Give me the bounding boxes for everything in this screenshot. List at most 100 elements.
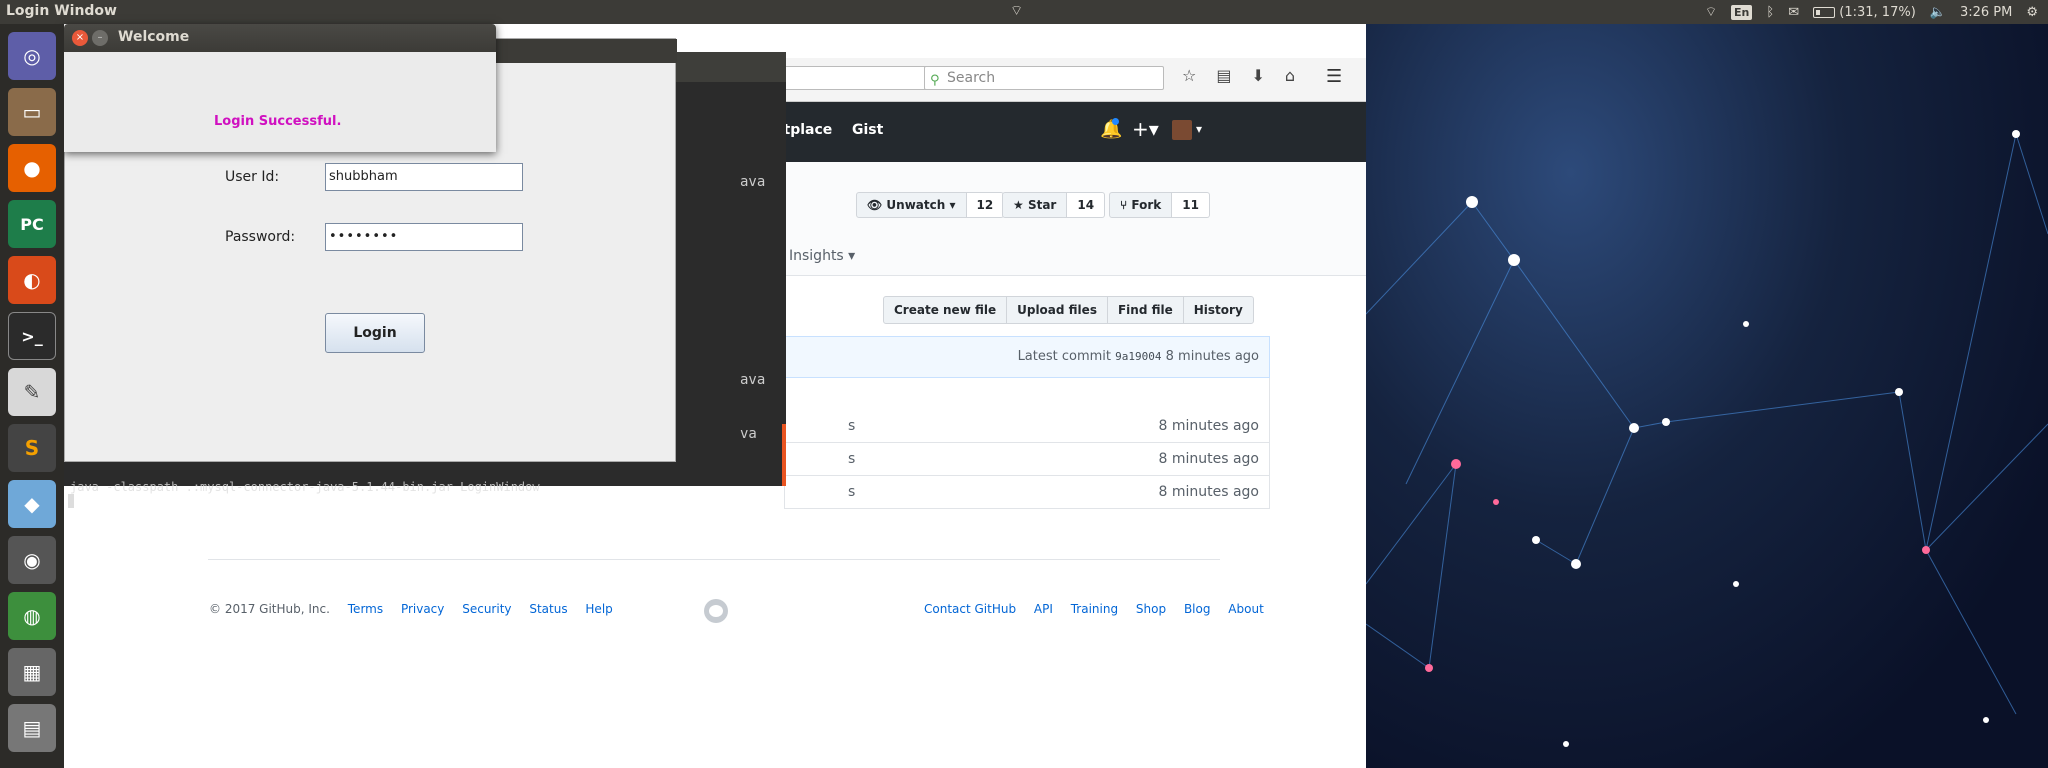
file-name[interactable]: s — [848, 418, 855, 434]
footer-link-blog[interactable]: Blog — [1184, 602, 1211, 616]
fork-button[interactable]: ⑂ Fork — [1109, 192, 1173, 218]
welcome-titlebar[interactable]: × – Welcome — [64, 24, 496, 52]
terminal-fragment: va — [740, 426, 757, 442]
fork-count[interactable]: 11 — [1172, 192, 1210, 218]
user-id-input[interactable]: shubbham — [325, 163, 523, 191]
terminal-fragment: ava — [740, 174, 766, 190]
commit-sha[interactable]: 9a19004 — [1115, 350, 1161, 363]
clock[interactable]: 3:26 PM — [1960, 5, 2012, 20]
file-time: 8 minutes ago — [1158, 451, 1259, 467]
volume-icon[interactable]: 🔈 — [1930, 5, 1946, 20]
fork-label: Fork — [1131, 198, 1162, 212]
file-row[interactable]: s 8 minutes ago — [784, 410, 1270, 443]
password-input[interactable]: •••••••• — [325, 223, 523, 251]
commit-time: 8 minutes ago — [1165, 349, 1259, 364]
footer-link-contact[interactable]: Contact GitHub — [924, 602, 1016, 616]
file-row[interactable]: s 8 minutes ago — [784, 443, 1270, 476]
search-placeholder: Search — [947, 70, 996, 86]
create-new-plus-icon[interactable]: +▾ — [1132, 117, 1159, 141]
create-new-file-button[interactable]: Create new file — [883, 296, 1008, 324]
tab-insights[interactable]: Insights ▾ — [789, 248, 855, 264]
footer-link-api[interactable]: API — [1034, 602, 1053, 616]
nav-gist[interactable]: Gist — [852, 122, 883, 138]
watch-count[interactable]: 12 — [966, 192, 1005, 218]
battery-text: (1:31, 17%) — [1839, 4, 1916, 20]
battery-indicator[interactable]: (1:31, 17%) — [1813, 5, 1916, 20]
footer-right: Contact GitHub API Training Shop Blog Ab… — [924, 602, 1264, 616]
battery-icon — [1813, 6, 1836, 18]
file-time: 8 minutes ago — [1158, 484, 1259, 500]
file-actions-group: Create new file Upload files Find file H… — [883, 296, 1254, 324]
home-icon[interactable]: ⌂ — [1285, 66, 1295, 85]
footer-divider — [208, 559, 1220, 560]
search-input[interactable]: ⚲ Search — [924, 66, 1164, 90]
reading-list-icon[interactable]: ▤ — [1216, 66, 1231, 85]
footer-left: © 2017 GitHub, Inc. Terms Privacy Securi… — [209, 602, 627, 616]
welcome-dialog[interactable]: × – Welcome Login Successful. — [64, 24, 496, 152]
footer-link-status[interactable]: Status — [529, 602, 567, 616]
pycharm-icon[interactable]: PC — [8, 200, 56, 248]
terminal-cursor — [68, 494, 74, 508]
downloads-icon[interactable]: ⬇ — [1251, 66, 1264, 85]
github-octocat-icon[interactable] — [704, 599, 728, 623]
footer-link-security[interactable]: Security — [462, 602, 511, 616]
footer-link-about[interactable]: About — [1228, 602, 1263, 616]
chevron-down-icon[interactable]: ▾ — [1196, 122, 1202, 136]
ubuntu-dash-icon[interactable]: ◎ — [8, 32, 56, 80]
trash-icon[interactable]: ▤ — [8, 704, 56, 752]
files-icon[interactable]: ▭ — [8, 88, 56, 136]
bookmark-star-icon[interactable]: ☆ — [1182, 66, 1196, 85]
virtualbox-icon[interactable]: ◆ — [8, 480, 56, 528]
close-icon[interactable]: × — [72, 30, 88, 46]
footer-link-shop[interactable]: Shop — [1136, 602, 1166, 616]
footer-copyright: © 2017 GitHub, Inc. — [209, 602, 330, 616]
keyboard-layout-indicator[interactable]: En — [1731, 4, 1753, 20]
unity-launcher: ◎ ▭ ● PC ◐ >_ ✎ S ◆ ◉ ◍ ▦ ▤ — [0, 24, 64, 768]
bluetooth-icon[interactable]: ᛒ — [1766, 5, 1774, 20]
history-button[interactable]: History — [1182, 296, 1254, 324]
terminal-fragment: ava — [740, 372, 766, 388]
text-editor-icon[interactable]: ✎ — [8, 368, 56, 416]
star-button[interactable]: ★ Star — [1002, 192, 1068, 218]
terminal-command: java -classpath .:mysql-connector-java-5… — [70, 480, 540, 494]
login-button[interactable]: Login — [325, 313, 425, 353]
star-button-group[interactable]: ★ Star 14 — [1002, 192, 1106, 218]
file-row[interactable]: s 8 minutes ago — [784, 476, 1270, 509]
avatar[interactable] — [1172, 120, 1192, 140]
network-icon[interactable]: ⌔ — [1705, 4, 1717, 20]
firefox-icon[interactable]: ● — [8, 144, 56, 192]
footer-link-training[interactable]: Training — [1071, 602, 1118, 616]
upload-files-button[interactable]: Upload files — [1006, 296, 1108, 324]
password-label: Password: — [225, 229, 296, 245]
star-count[interactable]: 14 — [1067, 192, 1106, 218]
fork-button-group[interactable]: ⑂ Fork 11 — [1109, 192, 1210, 218]
hamburger-menu-icon[interactable]: ☰ — [1326, 66, 1342, 87]
star-label: Star — [1027, 198, 1057, 212]
terminal-icon[interactable]: >_ — [8, 312, 56, 360]
unwatch-button-group[interactable]: 👁 Unwatch ▾ 12 — [856, 192, 1005, 218]
welcome-title: Welcome — [118, 29, 190, 45]
footer-link-help[interactable]: Help — [585, 602, 612, 616]
latest-commit-bar: Latest commit 9a19004 8 minutes ago — [784, 336, 1270, 378]
unwatch-button[interactable]: 👁 Unwatch ▾ — [856, 192, 967, 218]
sublime-text-icon[interactable]: S — [8, 424, 56, 472]
file-name[interactable]: s — [848, 451, 855, 467]
footer-link-terms[interactable]: Terms — [348, 602, 383, 616]
file-name[interactable]: s — [848, 484, 855, 500]
camera-icon[interactable]: ◉ — [8, 536, 56, 584]
settings-gear-icon[interactable]: ⚙ — [2026, 5, 2038, 20]
chrome-icon[interactable]: ◍ — [8, 592, 56, 640]
file-time: 8 minutes ago — [1158, 418, 1259, 434]
commit-prefix: Latest commit — [1017, 349, 1112, 364]
find-file-button[interactable]: Find file — [1106, 296, 1184, 324]
toolbar-icons: ☆ ▤ ⬇ ⌂ — [1182, 66, 1295, 85]
search-engine-icon: ⚲ — [930, 73, 940, 88]
user-id-label: User Id: — [225, 169, 280, 185]
footer-link-privacy[interactable]: Privacy — [401, 602, 444, 616]
mail-icon[interactable]: ✉ — [1788, 5, 1799, 20]
workspaces-icon[interactable]: ▦ — [8, 648, 56, 696]
minimize-icon[interactable]: – — [92, 30, 108, 46]
ubuntu-software-icon[interactable]: ◐ — [8, 256, 56, 304]
top-panel: Login Window ⌔ ⌔ En ᛒ ✉ (1:31, 17%) 🔈 3:… — [0, 0, 2048, 24]
network-graphic — [1366, 130, 2048, 747]
